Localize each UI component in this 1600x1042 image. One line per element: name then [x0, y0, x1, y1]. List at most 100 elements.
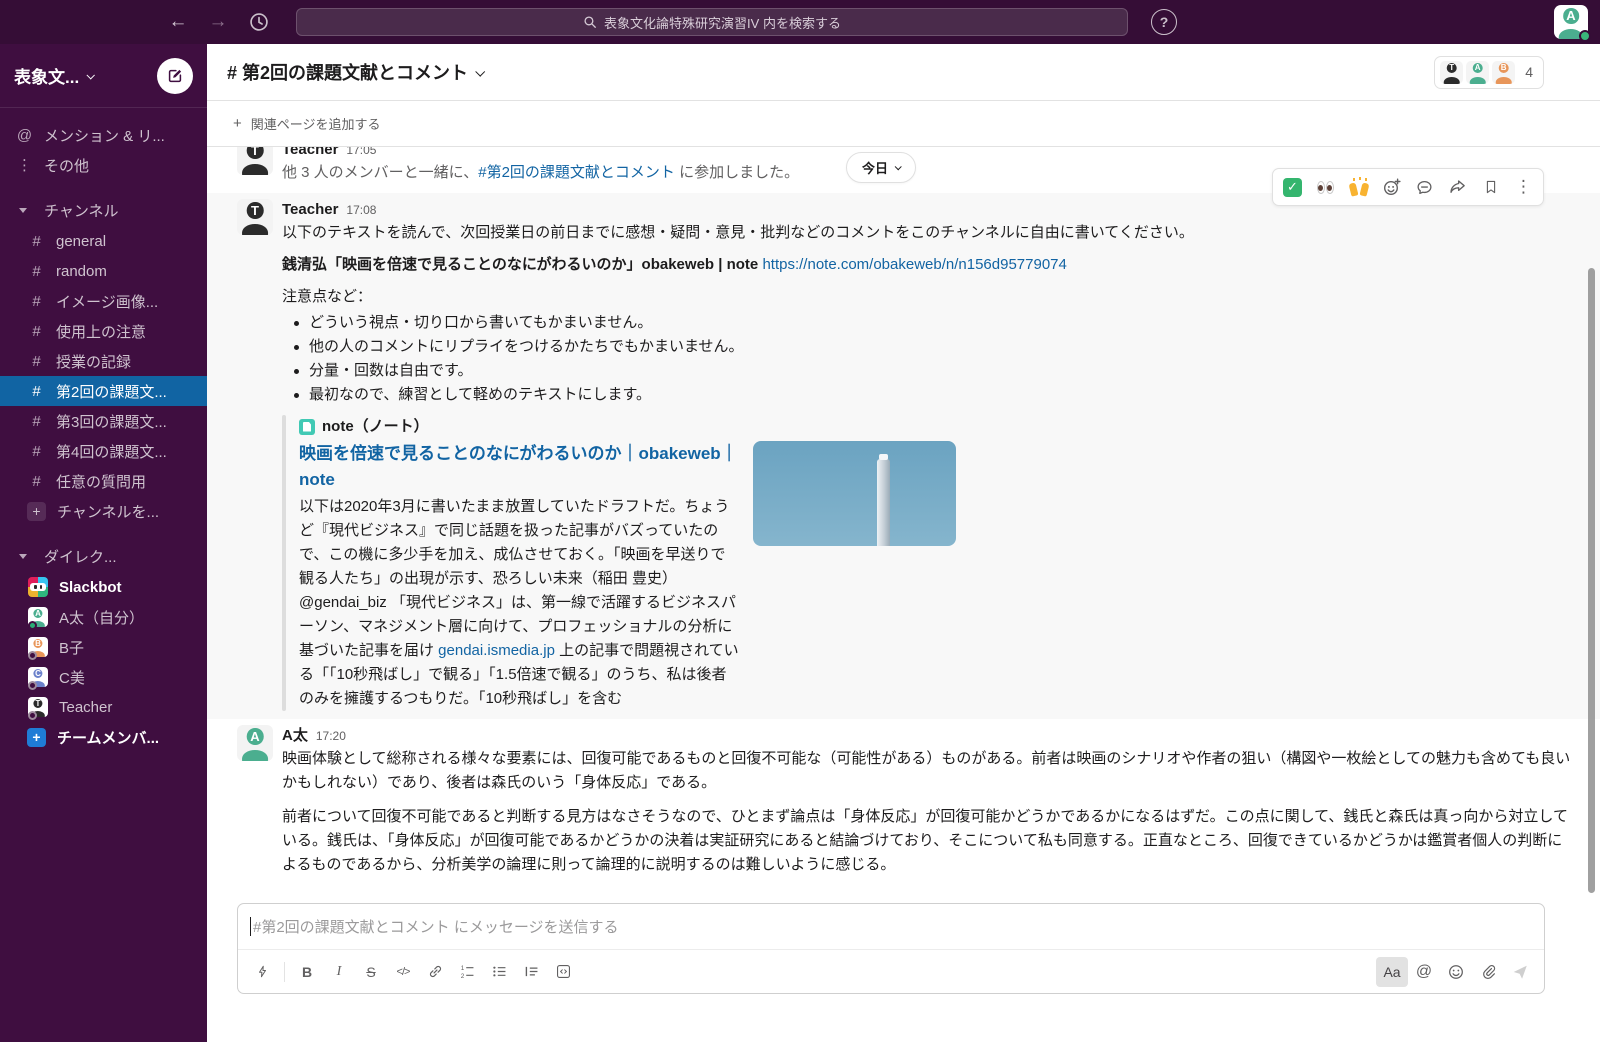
author-name[interactable]: A太: [282, 725, 308, 746]
eyes-emoji: [1317, 181, 1334, 194]
sidebar-add-channel[interactable]: +チャンネルを...: [0, 496, 207, 526]
member-count: 4: [1525, 64, 1533, 80]
save-bookmark-button[interactable]: [1474, 171, 1507, 203]
react-eyes-button[interactable]: [1309, 171, 1342, 203]
sidebar-channel-usage-notes[interactable]: #使用上の注意: [0, 316, 207, 346]
link-button[interactable]: [419, 957, 451, 987]
date-divider-today[interactable]: 今日: [846, 152, 916, 183]
preview-description: 以下は2020年3月に書いたまま放置していたドラフトだ。ちょうど『現代ビジネス』…: [299, 495, 739, 711]
preview-title-link[interactable]: 映画を倍速で見ることのなにがわるいのか｜obakeweb｜note: [299, 441, 739, 493]
sidebar-channel-session4[interactable]: #第4回の課題文...: [0, 436, 207, 466]
attach-file-button[interactable]: [1472, 957, 1504, 987]
sidebar-dm-cmi[interactable]: C C美: [0, 662, 207, 692]
presence-offline-dot: [28, 651, 37, 660]
mention-button[interactable]: @: [1408, 957, 1440, 987]
sidebar-item-label: メンション & リ...: [44, 125, 165, 146]
add-reaction-button[interactable]: [1375, 171, 1408, 203]
sidebar-channel-session2-active[interactable]: #第2回の課題文...: [0, 376, 207, 406]
reply-thread-button[interactable]: [1408, 171, 1441, 203]
author-name[interactable]: Teacher: [282, 147, 338, 160]
message-input[interactable]: #第2回の課題文献とコメント にメッセージを送信する: [238, 904, 1544, 949]
dm-section-header[interactable]: ダイレク...: [0, 540, 207, 572]
inline-link[interactable]: gendai.ismedia.jp: [438, 642, 555, 659]
sidebar-invite-members[interactable]: + チームメンバ...: [0, 722, 207, 752]
channel-title-dropdown[interactable]: # 第2回の課題文献とコメント: [227, 59, 483, 85]
history-icon[interactable]: [246, 9, 272, 35]
bulleted-list-button[interactable]: [483, 957, 515, 987]
sidebar-dm-teacher[interactable]: T Teacher: [0, 692, 207, 722]
triangle-down-icon: [19, 208, 27, 213]
message-teacher: T Teacher 17:08 以下のテキストを読んで、次回授業日の前日までに感…: [207, 193, 1600, 719]
sidebar-channel-images[interactable]: #イメージ画像...: [0, 286, 207, 316]
history-forward-button[interactable]: →: [203, 7, 233, 37]
sidebar-channel-class-records[interactable]: #授業の記録: [0, 346, 207, 376]
sidebar-dm-slackbot[interactable]: Slackbot: [0, 572, 207, 602]
share-message-button[interactable]: [1441, 171, 1474, 203]
channel-label: 任意の質問用: [56, 471, 146, 492]
timestamp[interactable]: 17:20: [316, 726, 346, 747]
channel-label: イメージ画像...: [56, 291, 158, 312]
channel-label: 第2回の課題文...: [56, 381, 167, 402]
timestamp[interactable]: 17:05: [346, 147, 376, 161]
react-raised-hands-button[interactable]: [1342, 171, 1375, 203]
react-check-button[interactable]: ✓: [1276, 171, 1309, 203]
help-icon[interactable]: ?: [1151, 9, 1177, 35]
add-channel-label: チャンネルを...: [57, 501, 159, 522]
shortcuts-bolt-button[interactable]: [246, 957, 278, 987]
italic-button[interactable]: I: [323, 957, 355, 987]
sidebar-item-more[interactable]: ⋮ その他: [0, 150, 207, 180]
input-placeholder: #第2回の課題文献とコメント にメッセージを送信する: [253, 916, 619, 937]
emoji-button[interactable]: [1440, 957, 1472, 987]
chevron-down-icon: [895, 163, 902, 170]
blockquote-button[interactable]: [515, 957, 547, 987]
avatar[interactable]: A: [237, 725, 273, 761]
send-button[interactable]: [1504, 957, 1536, 987]
channels-section-header[interactable]: チャンネル: [0, 194, 207, 226]
sidebar-channel-general[interactable]: #general: [0, 226, 207, 256]
code-block-button[interactable]: [547, 957, 579, 987]
add-related-pages[interactable]: + 関連ページを追加する: [207, 101, 1600, 147]
chevron-down-icon: [475, 66, 485, 76]
section-label: ダイレク...: [44, 546, 117, 567]
bold-button[interactable]: B: [291, 957, 323, 987]
presence-offline-dot: [28, 711, 37, 720]
inline-code-button[interactable]: </>: [387, 957, 419, 987]
show-formatting-button[interactable]: Aa: [1376, 957, 1408, 987]
more-actions-button[interactable]: ⋮: [1507, 171, 1540, 203]
svg-text:1: 1: [460, 965, 464, 972]
white-check-mark-emoji: ✓: [1283, 178, 1302, 197]
history-back-button[interactable]: ←: [163, 7, 193, 37]
hash-icon: #: [28, 413, 45, 430]
preview-thumbnail-image[interactable]: [753, 441, 956, 546]
channel-link[interactable]: #第2回の課題文献とコメント: [478, 164, 675, 181]
sidebar-channel-random[interactable]: #random: [0, 256, 207, 286]
message-ata: A A太 17:20 映画体験として総称される様々な要素には、回復可能であるもの…: [207, 719, 1600, 885]
citation-url-link[interactable]: https://note.com/obakeweb/n/n156d9577907…: [762, 256, 1066, 273]
timestamp[interactable]: 17:08: [346, 200, 376, 221]
sidebar-channel-session3[interactable]: #第3回の課題文...: [0, 406, 207, 436]
avatar[interactable]: T: [237, 199, 273, 235]
sidebar-item-mentions[interactable]: @ メンション & リ...: [0, 120, 207, 150]
preview-site-row: note（ノート）: [299, 415, 956, 438]
hash-icon: #: [28, 263, 45, 280]
composer-area: #第2回の課題文献とコメント にメッセージを送信する B I S </>: [207, 897, 1600, 1042]
channel-members-button[interactable]: T A B 4: [1434, 56, 1544, 89]
account-avatar[interactable]: A: [1554, 5, 1588, 39]
workspace-header[interactable]: 表象文...: [0, 44, 207, 108]
sidebar-dm-ata[interactable]: A A太（自分）: [0, 602, 207, 632]
sidebar-dm-bko[interactable]: B B子: [0, 632, 207, 662]
slackbot-avatar: [28, 577, 48, 597]
plus-icon: +: [27, 728, 46, 747]
sidebar-channel-questions[interactable]: #任意の質問用: [0, 466, 207, 496]
author-name[interactable]: Teacher: [282, 199, 338, 220]
list-item: 分量・回数は自由です。: [282, 359, 1574, 383]
search-input[interactable]: 表象文化論特殊研究演習IV 内を検索する: [296, 8, 1128, 36]
date-label: 今日: [862, 158, 888, 177]
scrollbar-thumb[interactable]: [1588, 268, 1595, 893]
strikethrough-button[interactable]: S: [355, 957, 387, 987]
avatar[interactable]: T: [237, 147, 273, 175]
ordered-list-button[interactable]: 12: [451, 957, 483, 987]
section-label: チャンネル: [44, 200, 119, 221]
new-message-button[interactable]: [157, 58, 193, 94]
channel-label: 第4回の課題文...: [56, 441, 167, 462]
